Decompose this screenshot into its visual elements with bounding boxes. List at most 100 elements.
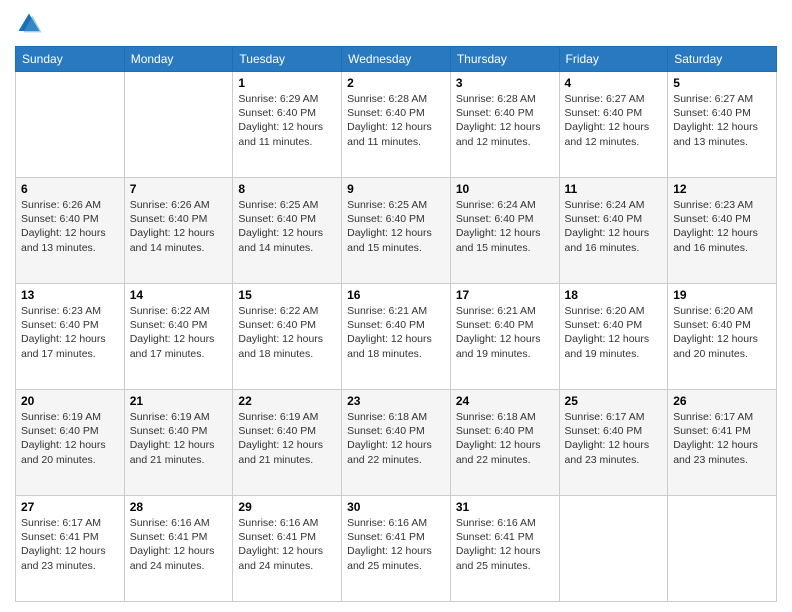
calendar-cell (124, 72, 233, 178)
calendar-cell: 14 Sunrise: 6:22 AMSunset: 6:40 PMDayligh… (124, 284, 233, 390)
calendar-cell: 30Sunrise: 6:16 AMSunset: 6:41 PMDayligh… (342, 496, 451, 602)
day-info: Sunrise: 6:17 AMSunset: 6:41 PMDaylight:… (21, 516, 119, 573)
day-number: 28 (130, 500, 228, 514)
calendar-header-saturday: Saturday (668, 47, 777, 72)
calendar-cell: 8 Sunrise: 6:25 AMSunset: 6:40 PMDaylight… (233, 178, 342, 284)
logo-icon (15, 10, 43, 38)
day-info: Sunrise: 6:19 AMSunset: 6:40 PMDaylight:… (238, 410, 336, 467)
day-number: 14 (130, 288, 228, 302)
day-info: Sunrise: 6:19 AMSunset: 6:40 PMDaylight:… (21, 410, 119, 467)
day-info: Sunrise: 6:18 AMSunset: 6:40 PMDaylight:… (347, 410, 445, 467)
day-number: 21 (130, 394, 228, 408)
calendar-cell: 13 Sunrise: 6:23 AMSunset: 6:40 PMDayligh… (16, 284, 125, 390)
calendar-cell (559, 496, 668, 602)
calendar-cell: 23 Sunrise: 6:18 AMSunset: 6:40 PMDayligh… (342, 390, 451, 496)
day-info: Sunrise: 6:27 AMSunset: 6:40 PMDaylight:… (565, 92, 663, 149)
calendar-cell: 5 Sunrise: 6:27 AMSunset: 6:40 PMDaylight… (668, 72, 777, 178)
header (15, 10, 777, 38)
calendar-cell: 4 Sunrise: 6:27 AMSunset: 6:40 PMDaylight… (559, 72, 668, 178)
day-info: Sunrise: 6:16 AMSunset: 6:41 PMDaylight:… (238, 516, 336, 573)
calendar-cell: 10Sunrise: 6:24 AMSunset: 6:40 PMDayligh… (450, 178, 559, 284)
day-number: 8 (238, 182, 336, 196)
day-info: Sunrise: 6:23 AMSunset: 6:40 PMDaylight:… (673, 198, 771, 255)
day-info: Sunrise: 6:21 AMSunset: 6:40 PMDaylight:… (347, 304, 445, 361)
day-info: Sunrise: 6:22 AMSunset: 6:40 PMDaylight:… (238, 304, 336, 361)
day-number: 6 (21, 182, 119, 196)
logo (15, 10, 47, 38)
day-number: 12 (673, 182, 771, 196)
calendar-cell: 9 Sunrise: 6:25 AMSunset: 6:40 PMDaylight… (342, 178, 451, 284)
day-number: 2 (347, 76, 445, 90)
calendar-cell: 12 Sunrise: 6:23 AMSunset: 6:40 PMDayligh… (668, 178, 777, 284)
calendar-cell: 11Sunrise: 6:24 AMSunset: 6:40 PMDayligh… (559, 178, 668, 284)
calendar-header-monday: Monday (124, 47, 233, 72)
day-info: Sunrise: 6:27 AMSunset: 6:40 PMDaylight:… (673, 92, 771, 149)
day-number: 5 (673, 76, 771, 90)
day-number: 19 (673, 288, 771, 302)
calendar-header-wednesday: Wednesday (342, 47, 451, 72)
calendar-header-thursday: Thursday (450, 47, 559, 72)
day-info: Sunrise: 6:17 AMSunset: 6:41 PMDaylight:… (673, 410, 771, 467)
day-number: 17 (456, 288, 554, 302)
calendar-cell: 20Sunrise: 6:19 AMSunset: 6:40 PMDayligh… (16, 390, 125, 496)
calendar-cell: 6Sunrise: 6:26 AMSunset: 6:40 PMDaylight… (16, 178, 125, 284)
page: SundayMondayTuesdayWednesdayThursdayFrid… (0, 0, 792, 612)
day-info: Sunrise: 6:26 AMSunset: 6:40 PMDaylight:… (130, 198, 228, 255)
day-number: 29 (238, 500, 336, 514)
day-info: Sunrise: 6:28 AMSunset: 6:40 PMDaylight:… (347, 92, 445, 149)
day-info: Sunrise: 6:18 AMSunset: 6:40 PMDaylight:… (456, 410, 554, 467)
day-info: Sunrise: 6:16 AMSunset: 6:41 PMDaylight:… (456, 516, 554, 573)
calendar-table: SundayMondayTuesdayWednesdayThursdayFrid… (15, 46, 777, 602)
calendar-cell: 26 Sunrise: 6:17 AMSunset: 6:41 PMDayligh… (668, 390, 777, 496)
day-number: 16 (347, 288, 445, 302)
calendar-week-4: 27 Sunrise: 6:17 AMSunset: 6:41 PMDayligh… (16, 496, 777, 602)
day-info: Sunrise: 6:25 AMSunset: 6:40 PMDaylight:… (347, 198, 445, 255)
calendar-week-1: 6 Sunrise: 6:26 AMSunset: 6:40 PMDaylight… (16, 178, 777, 284)
calendar-cell: 2 Sunrise: 6:28 AMSunset: 6:40 PMDaylight… (342, 72, 451, 178)
day-number: 3 (456, 76, 554, 90)
day-number: 18 (565, 288, 663, 302)
day-number: 27 (21, 500, 119, 514)
calendar-header-friday: Friday (559, 47, 668, 72)
calendar-cell: 3Sunrise: 6:28 AMSunset: 6:40 PMDaylight… (450, 72, 559, 178)
day-info: Sunrise: 6:16 AMSunset: 6:41 PMDaylight:… (130, 516, 228, 573)
calendar-cell: 16 Sunrise: 6:21 AMSunset: 6:40 PMDayligh… (342, 284, 451, 390)
calendar-cell: 25 Sunrise: 6:17 AMSunset: 6:40 PMDayligh… (559, 390, 668, 496)
day-info: Sunrise: 6:25 AMSunset: 6:40 PMDaylight:… (238, 198, 336, 255)
calendar-cell: 19 Sunrise: 6:20 AMSunset: 6:40 PMDayligh… (668, 284, 777, 390)
day-number: 1 (238, 76, 336, 90)
calendar-cell: 7 Sunrise: 6:26 AMSunset: 6:40 PMDaylight… (124, 178, 233, 284)
calendar-week-3: 20Sunrise: 6:19 AMSunset: 6:40 PMDayligh… (16, 390, 777, 496)
day-info: Sunrise: 6:20 AMSunset: 6:40 PMDaylight:… (673, 304, 771, 361)
day-info: Sunrise: 6:24 AMSunset: 6:40 PMDaylight:… (456, 198, 554, 255)
day-info: Sunrise: 6:17 AMSunset: 6:40 PMDaylight:… (565, 410, 663, 467)
day-number: 24 (456, 394, 554, 408)
day-info: Sunrise: 6:23 AMSunset: 6:40 PMDaylight:… (21, 304, 119, 361)
calendar-cell: 1Sunrise: 6:29 AMSunset: 6:40 PMDaylight… (233, 72, 342, 178)
calendar-cell: 28 Sunrise: 6:16 AMSunset: 6:41 PMDayligh… (124, 496, 233, 602)
calendar-week-0: 1Sunrise: 6:29 AMSunset: 6:40 PMDaylight… (16, 72, 777, 178)
day-number: 4 (565, 76, 663, 90)
calendar-cell: 24 Sunrise: 6:18 AMSunset: 6:40 PMDayligh… (450, 390, 559, 496)
calendar-cell: 31 Sunrise: 6:16 AMSunset: 6:41 PMDayligh… (450, 496, 559, 602)
day-info: Sunrise: 6:24 AMSunset: 6:40 PMDaylight:… (565, 198, 663, 255)
calendar-header-sunday: Sunday (16, 47, 125, 72)
calendar-cell: 17Sunrise: 6:21 AMSunset: 6:40 PMDayligh… (450, 284, 559, 390)
calendar-cell (16, 72, 125, 178)
day-number: 9 (347, 182, 445, 196)
day-number: 25 (565, 394, 663, 408)
calendar-cell: 22Sunrise: 6:19 AMSunset: 6:40 PMDayligh… (233, 390, 342, 496)
day-info: Sunrise: 6:20 AMSunset: 6:40 PMDaylight:… (565, 304, 663, 361)
day-number: 30 (347, 500, 445, 514)
day-number: 23 (347, 394, 445, 408)
day-info: Sunrise: 6:22 AMSunset: 6:40 PMDaylight:… (130, 304, 228, 361)
day-number: 26 (673, 394, 771, 408)
day-info: Sunrise: 6:19 AMSunset: 6:40 PMDaylight:… (130, 410, 228, 467)
calendar-cell: 15 Sunrise: 6:22 AMSunset: 6:40 PMDayligh… (233, 284, 342, 390)
day-number: 13 (21, 288, 119, 302)
day-number: 15 (238, 288, 336, 302)
calendar-cell: 27 Sunrise: 6:17 AMSunset: 6:41 PMDayligh… (16, 496, 125, 602)
day-number: 7 (130, 182, 228, 196)
day-number: 31 (456, 500, 554, 514)
calendar-header-tuesday: Tuesday (233, 47, 342, 72)
